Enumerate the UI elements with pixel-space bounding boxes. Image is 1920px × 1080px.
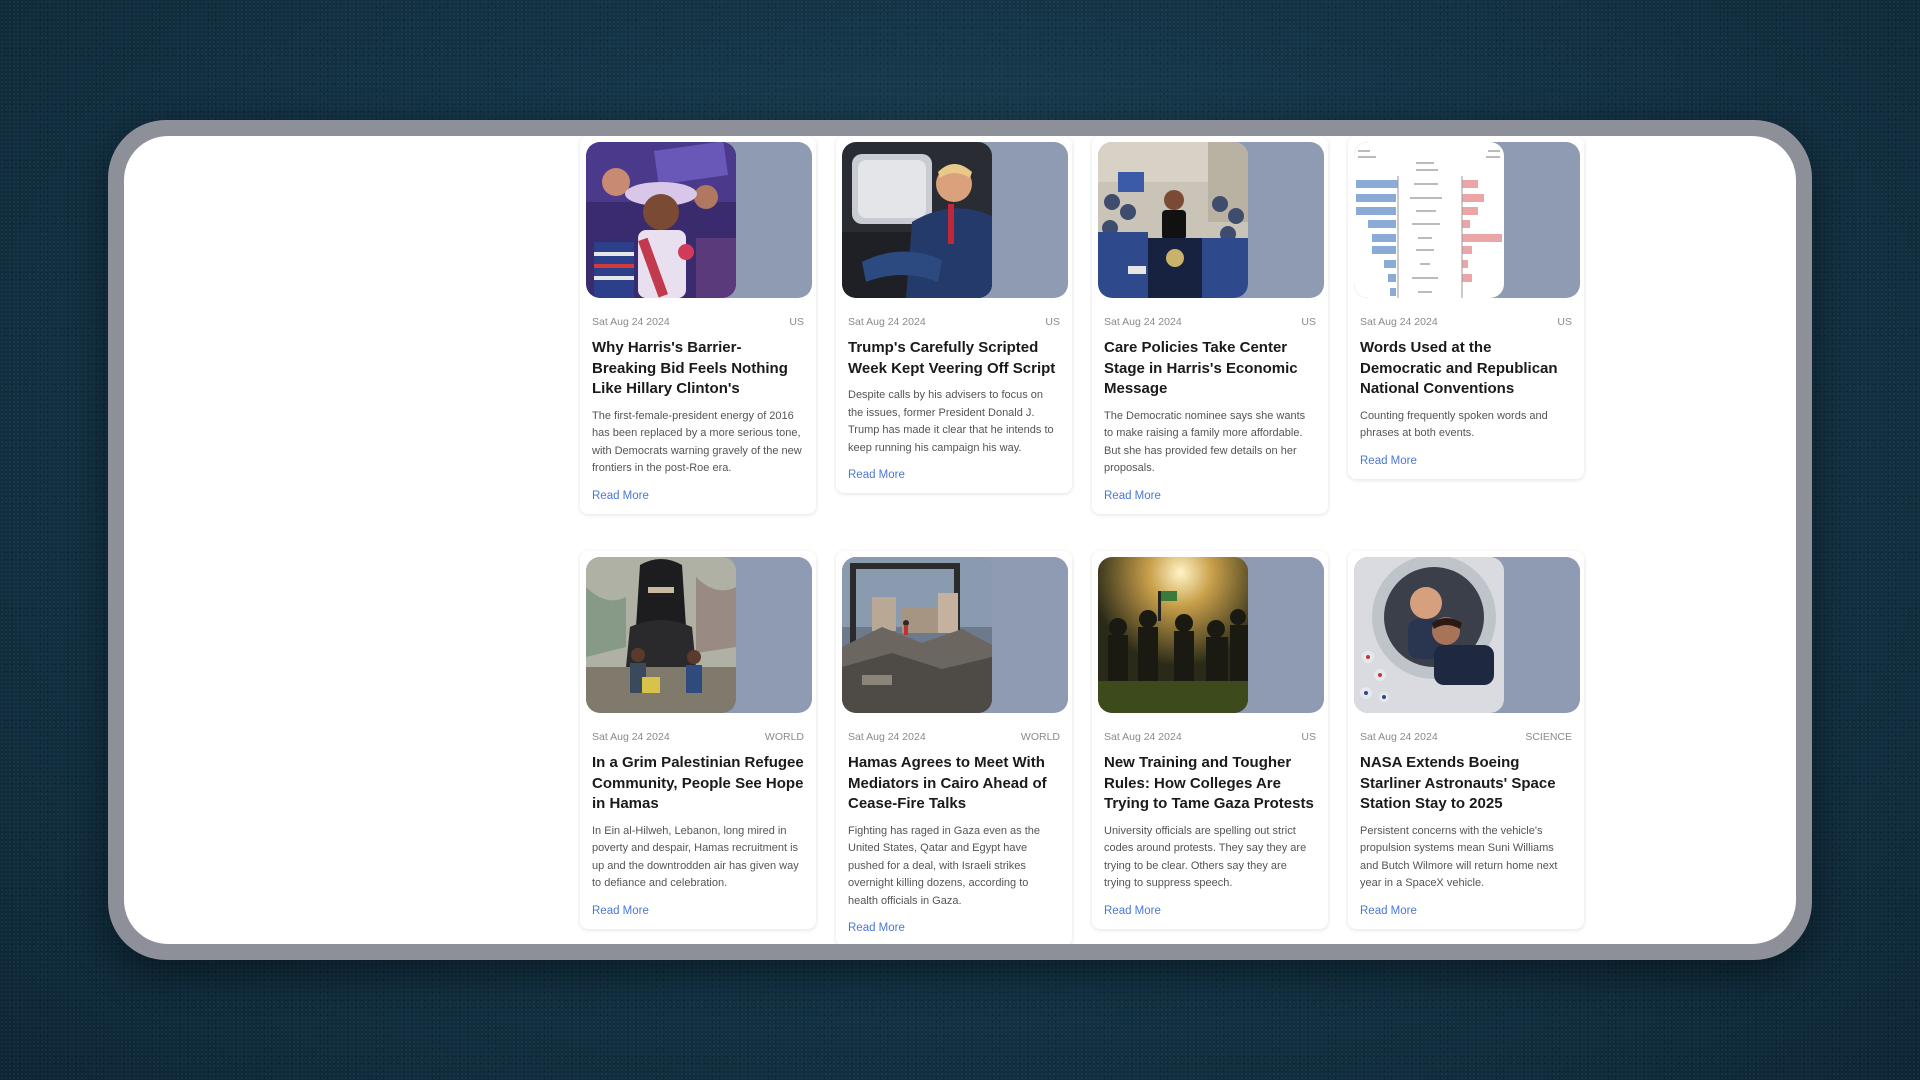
article-title[interactable]: Care Policies Take Center Stage in Harri…	[1104, 338, 1316, 400]
article-date: Sat Aug 24 2024	[1104, 316, 1182, 328]
article-title[interactable]: Words Used at the Democratic and Republi…	[1360, 338, 1572, 400]
article-date: Sat Aug 24 2024	[848, 316, 926, 328]
article-description: The first-female-president energy of 201…	[592, 409, 802, 475]
read-more-link[interactable]: Read More	[1360, 905, 1417, 917]
campus-protest-photo	[1098, 557, 1248, 713]
article-date: Sat Aug 24 2024	[1360, 316, 1438, 328]
trump-in-car-photo	[842, 142, 992, 298]
article-description: Despite calls by his advisers to focus o…	[848, 389, 1054, 454]
article-description: In Ein al-Hilweh, Lebanon, long mired in…	[592, 824, 799, 890]
convention-delegate-photo	[586, 142, 736, 298]
article-thumbnail[interactable]	[1354, 142, 1580, 298]
article-thumbnail[interactable]	[842, 142, 1068, 298]
article-title[interactable]: NASA Extends Boeing Starliner Astronauts…	[1360, 753, 1572, 815]
article-section: WORLD	[1020, 731, 1060, 743]
article-date: Sat Aug 24 2024	[1360, 731, 1438, 743]
article-description: Fighting has raged in Gaza even as the U…	[848, 824, 1041, 907]
article-section: WORLD	[764, 731, 804, 743]
article-thumbnail[interactable]	[1098, 142, 1324, 298]
article-card[interactable]: Sat Aug 24 2024 US New Training and Toug…	[1092, 551, 1328, 929]
read-more-link[interactable]: Read More	[1360, 455, 1417, 467]
article-date: Sat Aug 24 2024	[592, 316, 670, 328]
read-more-link[interactable]: Read More	[1104, 490, 1161, 502]
read-more-link[interactable]: Read More	[848, 922, 905, 934]
article-title[interactable]: In a Grim Palestinian Refugee Community,…	[592, 753, 804, 815]
article-meta: Sat Aug 24 2024 US	[592, 316, 804, 328]
word-count-chart	[1354, 142, 1504, 298]
article-date: Sat Aug 24 2024	[848, 731, 926, 743]
article-section: US	[1301, 316, 1316, 328]
article-description: Persistent concerns with the vehicle's p…	[1360, 824, 1558, 890]
article-section: US	[789, 316, 804, 328]
article-section: US	[1557, 316, 1572, 328]
article-section: SCIENCE	[1525, 731, 1572, 743]
article-date: Sat Aug 24 2024	[592, 731, 670, 743]
read-more-link[interactable]: Read More	[592, 905, 649, 917]
screen: Sat Aug 24 2024 US Why Harris's Barrier-…	[124, 136, 1796, 944]
article-card[interactable]: Sat Aug 24 2024 SCIENCE NASA Extends Boe…	[1348, 551, 1584, 929]
astronauts-hatch-photo	[1354, 557, 1504, 713]
article-card[interactable]: Sat Aug 24 2024 US Care Policies Take Ce…	[1092, 136, 1328, 514]
article-date: Sat Aug 24 2024	[1104, 731, 1182, 743]
article-title[interactable]: Trump's Carefully Scripted Week Kept Vee…	[848, 338, 1060, 379]
harris-podium-photo	[1098, 142, 1248, 298]
article-thumbnail[interactable]	[586, 557, 812, 713]
article-thumbnail[interactable]	[842, 557, 1068, 713]
article-thumbnail[interactable]	[1354, 557, 1580, 713]
article-description: University officials are spelling out st…	[1104, 824, 1307, 890]
article-card[interactable]: Sat Aug 24 2024 US Words Used at the Dem…	[1348, 136, 1584, 479]
article-meta: Sat Aug 24 2024 WORLD	[592, 731, 804, 743]
article-title[interactable]: New Training and Tougher Rules: How Coll…	[1104, 753, 1316, 815]
article-meta: Sat Aug 24 2024 WORLD	[848, 731, 1060, 743]
tablet-frame: Sat Aug 24 2024 US Why Harris's Barrier-…	[108, 120, 1812, 960]
mural-children-photo	[586, 557, 736, 713]
rubble-photo	[842, 557, 992, 713]
article-title[interactable]: Hamas Agrees to Meet With Mediators in C…	[848, 753, 1060, 815]
article-card[interactable]: Sat Aug 24 2024 US Trump's Carefully Scr…	[836, 136, 1072, 493]
read-more-link[interactable]: Read More	[592, 490, 649, 502]
article-card[interactable]: Sat Aug 24 2024 US Why Harris's Barrier-…	[580, 136, 816, 514]
article-section: US	[1045, 316, 1060, 328]
article-card[interactable]: Sat Aug 24 2024 WORLD Hamas Agrees to Me…	[836, 551, 1072, 944]
article-card[interactable]: Sat Aug 24 2024 WORLD In a Grim Palestin…	[580, 551, 816, 929]
article-meta: Sat Aug 24 2024 US	[1104, 316, 1316, 328]
article-section: US	[1301, 731, 1316, 743]
article-meta: Sat Aug 24 2024 US	[1104, 731, 1316, 743]
article-meta: Sat Aug 24 2024 US	[1360, 316, 1572, 328]
article-thumbnail[interactable]	[1098, 557, 1324, 713]
article-thumbnail[interactable]	[586, 142, 812, 298]
article-title[interactable]: Why Harris's Barrier-Breaking Bid Feels …	[592, 338, 804, 400]
article-meta: Sat Aug 24 2024 SCIENCE	[1360, 731, 1572, 743]
article-meta: Sat Aug 24 2024 US	[848, 316, 1060, 328]
article-description: The Democratic nominee says she wants to…	[1104, 409, 1306, 475]
article-description: Counting frequently spoken words and phr…	[1360, 409, 1548, 440]
read-more-link[interactable]: Read More	[848, 469, 905, 481]
read-more-link[interactable]: Read More	[1104, 905, 1161, 917]
